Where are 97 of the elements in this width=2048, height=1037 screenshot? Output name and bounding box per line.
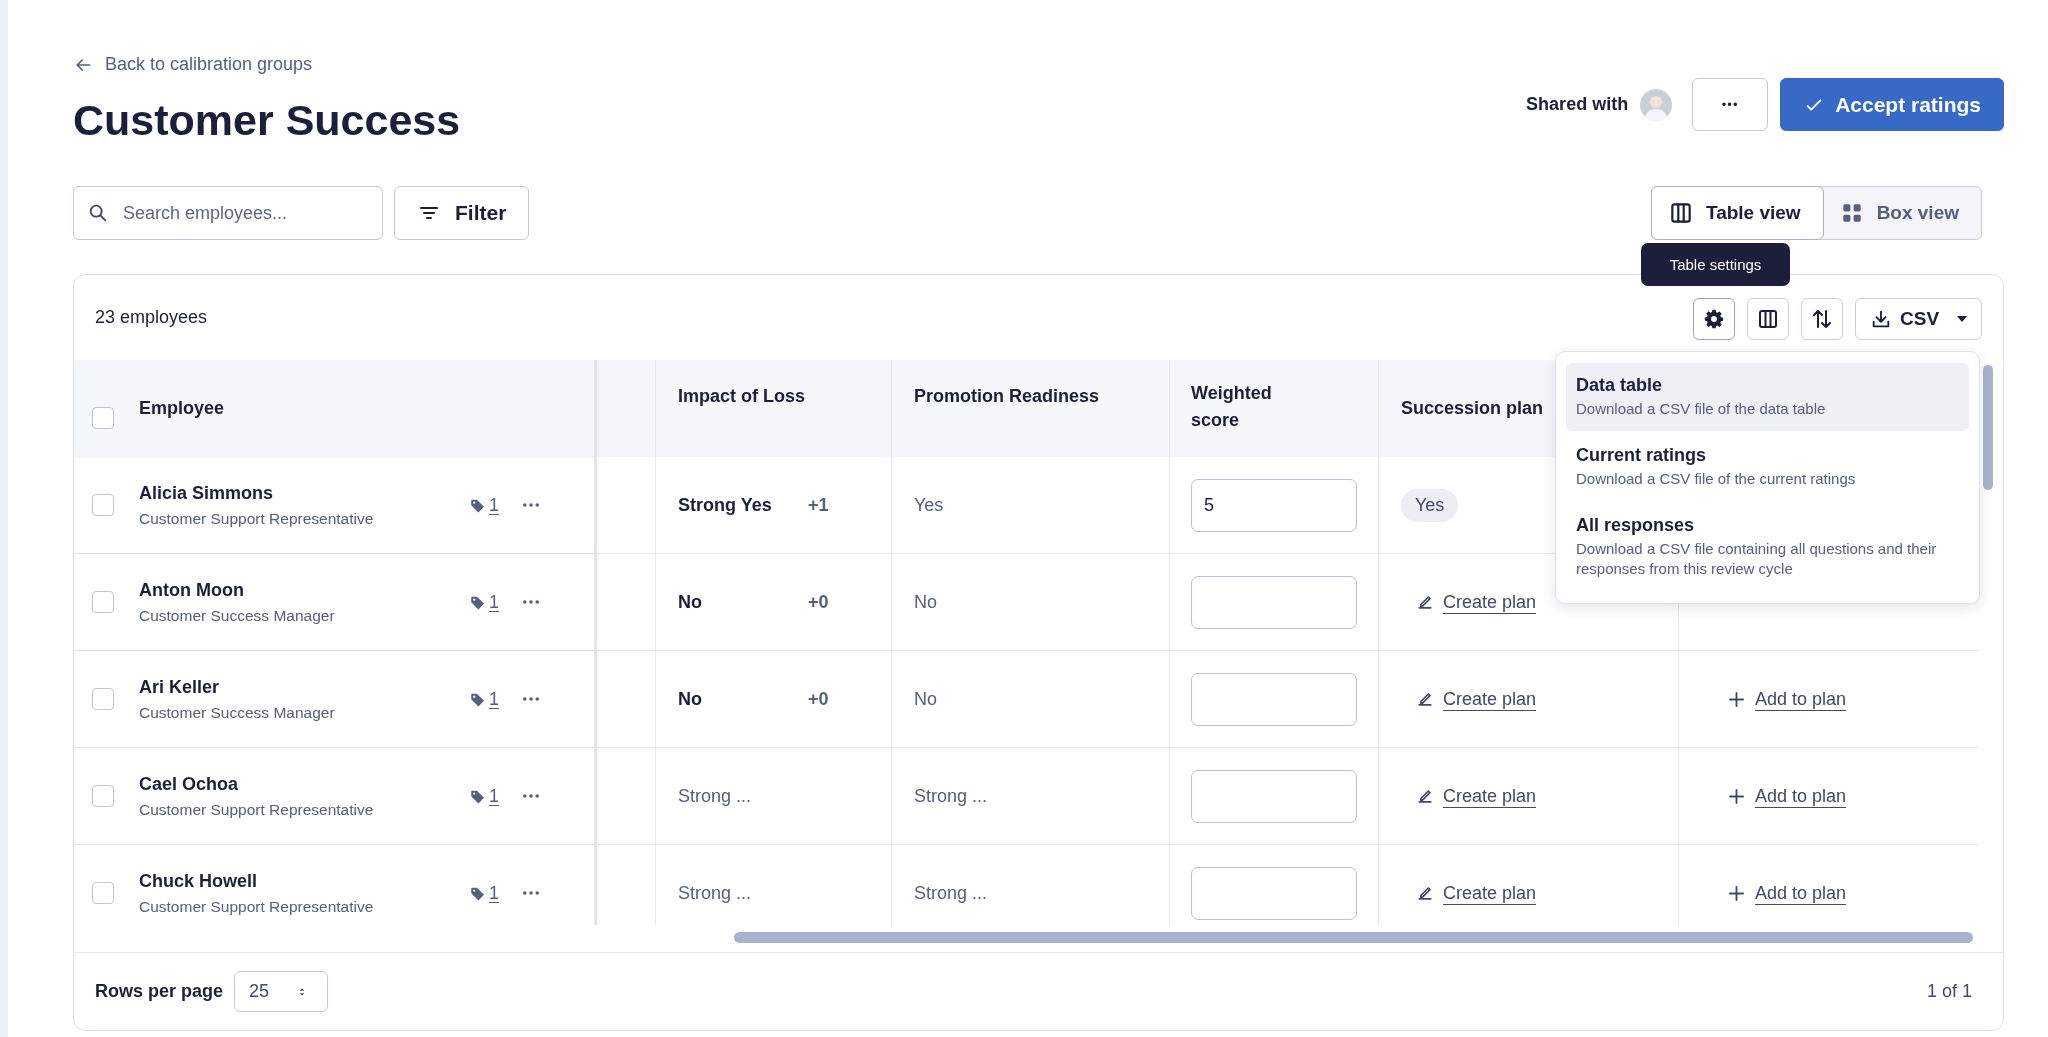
rating-value: Strong ... [678, 785, 753, 807]
add-to-plan-link[interactable]: Add to plan [1715, 784, 1847, 808]
employee-count: 23 employees [95, 307, 208, 329]
rating-adjustment: +0 [808, 591, 829, 613]
table-cell: No [914, 688, 937, 710]
row-menu-button[interactable] [523, 794, 539, 799]
more-icon [523, 600, 539, 605]
rows-per-page-label: Rows per page [95, 981, 224, 1003]
create-plan-link[interactable]: Create plan [1401, 590, 1537, 614]
csv-export-button[interactable]: CSV [1855, 297, 1982, 340]
more-icon [523, 891, 539, 896]
scrollbar[interactable] [734, 932, 1973, 944]
menu-item[interactable]: Data table Download a CSV file of the data table [1566, 363, 1969, 432]
table-cell: No [914, 591, 937, 613]
more-icon [523, 697, 539, 702]
table-cell: Strong ... [914, 882, 988, 904]
job-title: Customer Support Representative [139, 509, 375, 528]
column-header: Weighted score [1191, 382, 1273, 433]
column-header: Succession plan [1401, 398, 1544, 420]
checkbox[interactable] [92, 406, 114, 429]
scrollbar[interactable] [1983, 365, 1993, 491]
accept-ratings-button[interactable]: Accept ratings [1780, 78, 2004, 131]
menu-item[interactable]: All responses Download a CSV file containing all questions and their responses from this review cycle [1566, 503, 1969, 590]
column-header: Promotion Readiness [914, 386, 1100, 408]
menu-item-description: Download a CSV file containing all questions and their responses from this review cycle [1576, 539, 1938, 580]
score-field[interactable]: 5 [1191, 478, 1357, 532]
menu-item-title: All responses [1576, 515, 1696, 537]
columns-button[interactable] [1747, 297, 1789, 340]
menu-item-title: Data table [1576, 375, 1664, 397]
score-field[interactable] [1191, 575, 1357, 629]
avatar [1640, 88, 1673, 121]
rating-value: Strong ... [678, 882, 753, 904]
plus-icon [1729, 885, 1744, 901]
row-menu-button[interactable] [523, 891, 539, 896]
view-tab[interactable]: Table view [1650, 186, 1824, 241]
tag-count[interactable]: 1 [469, 786, 499, 806]
job-title: Customer Success Manager [139, 606, 336, 625]
rating-value: No [678, 688, 703, 710]
checkbox[interactable] [92, 591, 114, 614]
job-title: Customer Success Manager [139, 703, 336, 722]
more-icon [523, 794, 539, 799]
caret-icon [1957, 315, 1967, 322]
status-badge: Yes [1401, 488, 1459, 522]
employee-name: Chuck Howell [139, 870, 259, 892]
filter-button[interactable]: Filter [394, 186, 530, 241]
employee-name: Alicia Simmons [139, 482, 275, 504]
row-menu-button[interactable] [523, 697, 539, 702]
sort-button[interactable] [1801, 297, 1843, 340]
tag-count[interactable]: 1 [469, 883, 499, 903]
row-menu-button[interactable] [523, 600, 539, 605]
more-icon [523, 503, 539, 508]
settings-icon [1703, 307, 1725, 330]
job-title: Customer Support Representative [139, 800, 375, 819]
page-title: Customer Success [73, 94, 461, 146]
plus-icon [1729, 788, 1744, 804]
more-button[interactable]: ••• [1692, 78, 1769, 131]
tag-count[interactable]: 1 [469, 495, 499, 515]
view-tab[interactable]: Box view [1821, 186, 1982, 241]
employee-name: Anton Moon [139, 579, 245, 601]
rating-adjustment: +0 [808, 688, 829, 710]
back-link[interactable]: Back to calibration groups [73, 54, 313, 75]
table-cell: Yes [914, 494, 944, 516]
score-field[interactable] [1191, 672, 1357, 726]
menu-item-description: Download a CSV file of the current ratings [1576, 469, 1857, 490]
menu-item-title: Current ratings [1576, 445, 1708, 467]
tooltip: Table settings [1641, 243, 1790, 287]
rating-value: Strong Yes [678, 494, 773, 516]
rating-adjustment: +1 [808, 494, 829, 516]
checkbox[interactable] [92, 688, 114, 711]
employee-name: Ari Keller [139, 676, 221, 698]
create-plan-link[interactable]: Create plan [1401, 687, 1537, 711]
score-field[interactable] [1191, 769, 1357, 823]
settings-button[interactable] [1693, 297, 1735, 340]
menu-item[interactable]: Current ratings Download a CSV file of the current ratings [1566, 433, 1969, 502]
column-header: Employee [139, 398, 225, 420]
checkbox[interactable] [92, 494, 114, 517]
shared-with-label: Shared with [1526, 94, 1629, 115]
score-field[interactable] [1191, 866, 1357, 920]
add-to-plan-link[interactable]: Add to plan [1715, 687, 1847, 711]
search-field[interactable]: Search employees... [73, 186, 383, 241]
rating-value: No [678, 591, 703, 613]
create-plan-link[interactable]: Create plan [1401, 881, 1537, 905]
checkbox[interactable] [92, 785, 114, 808]
plus-icon [1729, 691, 1744, 707]
table-cell: Strong ... [914, 785, 988, 807]
row-menu-button[interactable] [523, 503, 539, 508]
page-indicator: 1 of 1 [1926, 981, 1972, 1003]
job-title: Customer Support Representative [139, 897, 375, 916]
checkbox[interactable] [92, 882, 114, 905]
add-to-plan-link[interactable]: Add to plan [1715, 881, 1847, 905]
column-header: Impact of Loss [678, 386, 806, 408]
tag-count[interactable]: 1 [469, 592, 499, 612]
create-plan-link[interactable]: Create plan [1401, 784, 1537, 808]
employee-name: Cael Ochoa [139, 773, 240, 795]
rows-per-page-select[interactable]: 25 [234, 971, 329, 1013]
tag-count[interactable]: 1 [469, 689, 499, 709]
menu-item-description: Download a CSV file of the data table [1576, 399, 1827, 420]
